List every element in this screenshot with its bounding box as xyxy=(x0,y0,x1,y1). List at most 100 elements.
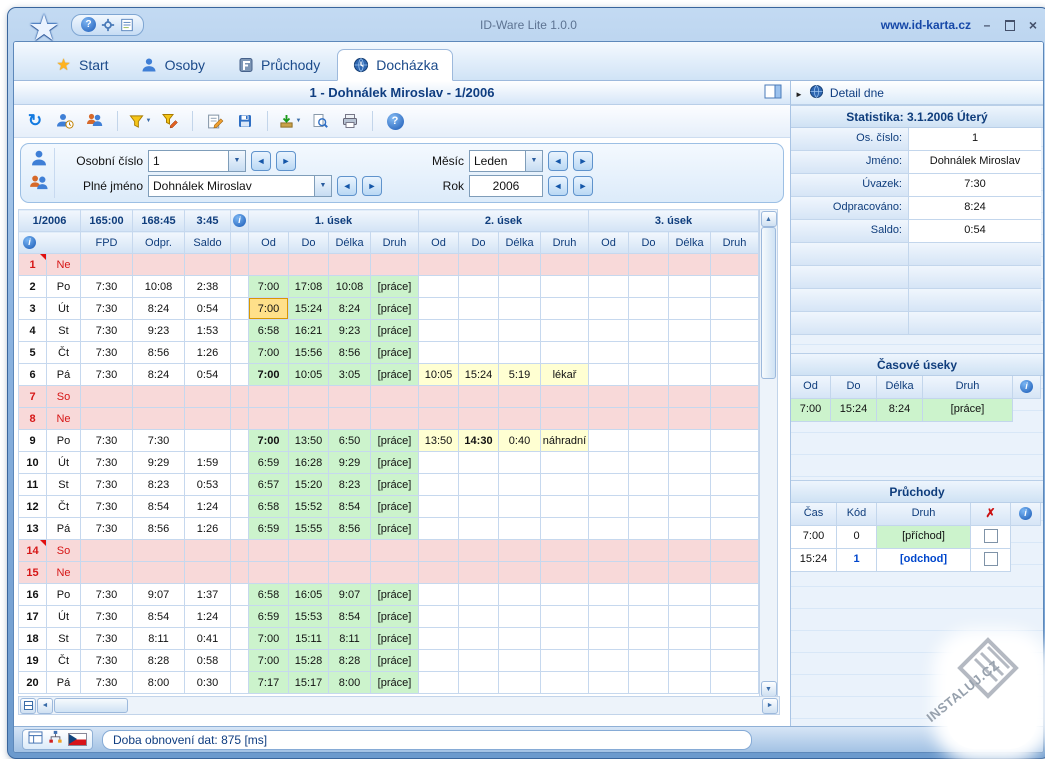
filter-button[interactable] xyxy=(126,109,154,133)
day-number-cell[interactable]: 11 xyxy=(19,474,47,496)
segment-od-cell[interactable]: 6:58 xyxy=(249,496,289,518)
segment-delka-cell[interactable]: 8:24 xyxy=(329,298,371,320)
segment-empty-cell[interactable] xyxy=(419,540,459,562)
fpd-cell[interactable]: 7:30 xyxy=(81,430,133,452)
segment-od-cell[interactable]: 13:50 xyxy=(419,430,459,452)
prev-year-button[interactable] xyxy=(548,176,568,196)
segment-empty-cell[interactable] xyxy=(541,584,589,606)
segment-empty-cell[interactable] xyxy=(541,518,589,540)
segment-empty-cell[interactable] xyxy=(541,540,589,562)
segment-delka-cell[interactable]: 8:56 xyxy=(329,342,371,364)
segment-empty-cell[interactable] xyxy=(371,562,419,584)
segment-empty-cell[interactable] xyxy=(589,584,629,606)
segment-empty-cell[interactable] xyxy=(541,452,589,474)
segment-empty-cell[interactable] xyxy=(669,672,711,694)
segment-empty-cell[interactable] xyxy=(499,408,541,430)
segment-do-cell[interactable]: 15:24 xyxy=(289,298,329,320)
close-button[interactable] xyxy=(1026,18,1040,32)
day-name-cell[interactable]: Po xyxy=(47,276,81,298)
segment-empty-cell[interactable] xyxy=(541,672,589,694)
odpr-cell[interactable] xyxy=(133,540,185,562)
segment-empty-cell[interactable] xyxy=(459,254,499,276)
segment-empty-cell[interactable] xyxy=(419,474,459,496)
export-button[interactable] xyxy=(276,109,304,133)
segment-delka-cell[interactable]: 6:50 xyxy=(329,430,371,452)
fpd-cell[interactable]: 7:30 xyxy=(81,320,133,342)
saldo-cell[interactable]: 1:26 xyxy=(185,518,231,540)
segment-empty-cell[interactable] xyxy=(629,342,669,364)
segment-empty-cell[interactable] xyxy=(629,254,669,276)
segment-druh-cell[interactable]: [práce] xyxy=(371,496,419,518)
segment-empty-cell[interactable] xyxy=(589,540,629,562)
segment-empty-cell[interactable] xyxy=(499,474,541,496)
segment-empty-cell[interactable] xyxy=(499,342,541,364)
segment-empty-cell[interactable] xyxy=(419,650,459,672)
segment-empty-cell[interactable] xyxy=(499,518,541,540)
segment-empty-cell[interactable] xyxy=(669,518,711,540)
collapse-arrow-icon[interactable] xyxy=(795,86,803,100)
day-number-cell[interactable]: 3 xyxy=(19,298,47,320)
segment-delka-cell[interactable]: 8:54 xyxy=(329,606,371,628)
fpd-cell[interactable]: 7:30 xyxy=(81,298,133,320)
segment-empty-cell[interactable] xyxy=(629,452,669,474)
segment-empty-cell[interactable] xyxy=(419,606,459,628)
saldo-cell[interactable]: 2:38 xyxy=(185,276,231,298)
toggle-detail-panel-button[interactable] xyxy=(764,84,784,101)
fpd-cell[interactable]: 7:30 xyxy=(81,672,133,694)
day-name-cell[interactable]: Pá xyxy=(47,672,81,694)
segment-empty-cell[interactable] xyxy=(419,672,459,694)
segment-empty-cell[interactable] xyxy=(459,408,499,430)
segment-empty-cell[interactable] xyxy=(419,408,459,430)
segment-empty-cell[interactable] xyxy=(329,386,371,408)
segment-empty-cell[interactable] xyxy=(711,496,759,518)
segment-empty-cell[interactable] xyxy=(669,606,711,628)
segment-empty-cell[interactable] xyxy=(459,518,499,540)
segment-druh-cell[interactable]: [práce] xyxy=(371,606,419,628)
tree-icon[interactable] xyxy=(48,730,63,749)
segment-empty-cell[interactable] xyxy=(419,584,459,606)
fpd-cell[interactable]: 7:30 xyxy=(81,518,133,540)
czech-flag-icon[interactable] xyxy=(68,733,87,746)
segment-empty-cell[interactable] xyxy=(711,650,759,672)
segment-empty-cell[interactable] xyxy=(711,364,759,386)
refresh-button[interactable] xyxy=(21,109,49,133)
segment-delka-cell[interactable]: 10:08 xyxy=(329,276,371,298)
next-name-button[interactable] xyxy=(362,176,382,196)
segment-empty-cell[interactable] xyxy=(459,320,499,342)
segment-empty-cell[interactable] xyxy=(669,562,711,584)
day-number-cell[interactable]: 16 xyxy=(19,584,47,606)
segment-od-cell[interactable]: 7:00 xyxy=(249,364,289,386)
saldo-cell[interactable] xyxy=(185,430,231,452)
pass-checkbox[interactable] xyxy=(984,529,998,543)
odpr-cell[interactable] xyxy=(133,562,185,584)
day-number-cell[interactable]: 10 xyxy=(19,452,47,474)
fpd-cell[interactable] xyxy=(81,408,133,430)
segment-empty-cell[interactable] xyxy=(589,650,629,672)
vertical-scroll-thumb[interactable] xyxy=(761,227,776,379)
segment-empty-cell[interactable] xyxy=(541,342,589,364)
segment-empty-cell[interactable] xyxy=(249,408,289,430)
fpd-cell[interactable]: 7:30 xyxy=(81,496,133,518)
info-icon[interactable] xyxy=(1020,380,1033,393)
odpr-cell[interactable]: 8:56 xyxy=(133,518,185,540)
segment-empty-cell[interactable] xyxy=(541,628,589,650)
segment-empty-cell[interactable] xyxy=(669,298,711,320)
tab-start[interactable]: Start xyxy=(40,49,124,81)
segment-empty-cell[interactable] xyxy=(669,628,711,650)
segment-empty-cell[interactable] xyxy=(541,562,589,584)
day-name-cell[interactable]: Ne xyxy=(47,408,81,430)
segment-empty-cell[interactable] xyxy=(711,540,759,562)
segment-druh-cell[interactable]: [práce] xyxy=(371,276,419,298)
segment-delka-cell[interactable]: 9:23 xyxy=(329,320,371,342)
full-name-select[interactable]: Dohnálek Miroslav xyxy=(148,175,332,197)
segment-empty-cell[interactable] xyxy=(499,672,541,694)
segment-empty-cell[interactable] xyxy=(589,628,629,650)
segment-empty-cell[interactable] xyxy=(711,518,759,540)
odpr-cell[interactable]: 9:07 xyxy=(133,584,185,606)
day-name-cell[interactable]: Út xyxy=(47,606,81,628)
segment-empty-cell[interactable] xyxy=(629,276,669,298)
fpd-cell[interactable]: 7:30 xyxy=(81,584,133,606)
segment-delka-cell[interactable]: 3:05 xyxy=(329,364,371,386)
fpd-cell[interactable]: 7:30 xyxy=(81,452,133,474)
day-name-cell[interactable]: St xyxy=(47,474,81,496)
